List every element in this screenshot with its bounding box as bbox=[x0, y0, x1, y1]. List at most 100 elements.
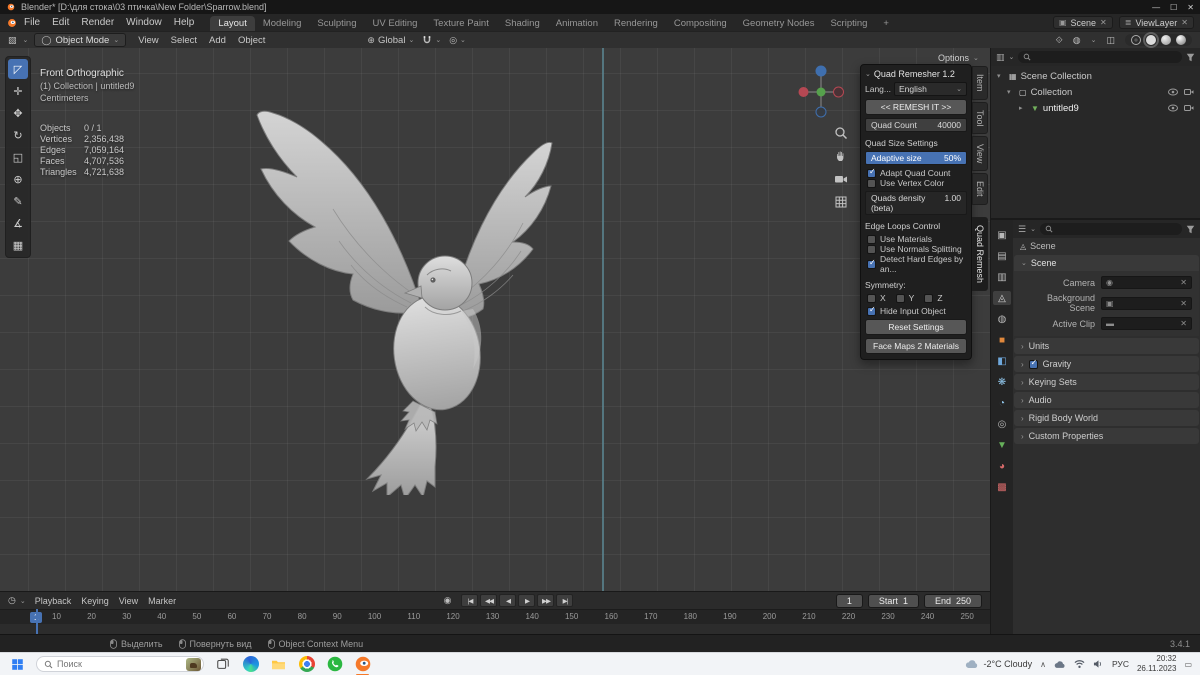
properties-tab[interactable]: ▣ bbox=[993, 228, 1011, 242]
snapping-toggle[interactable]: ⌄ bbox=[422, 35, 441, 45]
hide-viewport-eye-icon[interactable] bbox=[1168, 88, 1178, 96]
transport-button[interactable]: |◀ bbox=[461, 594, 479, 607]
transport-button[interactable]: ◀◀ bbox=[480, 594, 498, 607]
transport-button[interactable]: ◀ bbox=[499, 594, 517, 607]
start-button[interactable] bbox=[8, 655, 27, 674]
properties-tab[interactable]: ◕ bbox=[993, 459, 1011, 473]
edge-app-button[interactable] bbox=[241, 655, 260, 674]
axis-checkbox[interactable]: X bbox=[867, 293, 886, 303]
workspace-tab[interactable]: Layout bbox=[210, 16, 255, 31]
tool-button[interactable]: ◸ bbox=[8, 59, 28, 79]
properties-tab[interactable]: ◍ bbox=[993, 312, 1011, 326]
current-frame-field[interactable]: 1 bbox=[835, 593, 863, 608]
close-icon[interactable]: ✕ bbox=[1187, 3, 1194, 12]
filter-icon[interactable] bbox=[1186, 53, 1195, 62]
viewlayer-selector[interactable]: ≣ ViewLayer ✕ bbox=[1118, 16, 1194, 29]
gizmo-x-neg-axis[interactable] bbox=[833, 86, 844, 98]
quad-panel-title-row[interactable]: ⌄ Quad Remesher 1.2 bbox=[865, 69, 967, 79]
properties-tab[interactable]: ◔ bbox=[993, 396, 1011, 410]
timeline-channel-area[interactable] bbox=[0, 624, 990, 634]
navigation-gizmo[interactable] bbox=[798, 62, 844, 122]
tool-button[interactable]: ↻ bbox=[8, 125, 28, 145]
axis-checkbox[interactable]: Z bbox=[924, 293, 943, 303]
workspace-tab[interactable]: Animation bbox=[548, 16, 606, 31]
viewport-menu-item[interactable]: Select bbox=[165, 34, 203, 47]
hide-input-checkbox[interactable]: Hide Input Object bbox=[865, 305, 967, 316]
camera-view-icon[interactable] bbox=[834, 172, 848, 186]
panel-collapse-icon[interactable]: ⌄ bbox=[1021, 259, 1027, 267]
chrome-app-button[interactable] bbox=[297, 655, 316, 674]
section-expand-icon[interactable]: › bbox=[1021, 432, 1024, 441]
properties-tab[interactable]: ◬ bbox=[993, 291, 1011, 305]
menu-item[interactable]: File bbox=[18, 16, 46, 29]
disable-render-camera-icon[interactable] bbox=[1184, 88, 1194, 96]
workspace-tab[interactable]: Shading bbox=[497, 16, 548, 31]
timeline-editor-icon[interactable]: ◷ bbox=[8, 595, 16, 606]
adaptive-size-slider[interactable]: Adaptive size 50% bbox=[865, 151, 967, 165]
quad-panel-checkbox[interactable]: Use Vertex Color bbox=[865, 178, 967, 188]
face-maps-button[interactable]: Face Maps 2 Materials bbox=[865, 338, 967, 354]
tool-button[interactable]: ◱ bbox=[8, 147, 28, 167]
auto-keying-button[interactable]: ◉ bbox=[444, 595, 452, 606]
workspace-tab[interactable]: + bbox=[875, 16, 897, 31]
zoom-icon[interactable] bbox=[834, 126, 848, 140]
expander-icon[interactable]: ▸ bbox=[1019, 104, 1027, 112]
hide-viewport-eye-icon[interactable] bbox=[1168, 104, 1178, 112]
gizmo-z-axis[interactable] bbox=[815, 65, 827, 77]
sidebar-tab[interactable]: View bbox=[972, 136, 988, 172]
properties-tab[interactable]: ❋ bbox=[993, 375, 1011, 389]
language-indicator[interactable]: РУС bbox=[1112, 659, 1129, 669]
tray-expand-icon[interactable]: ∧ bbox=[1040, 660, 1046, 669]
checkbox-icon[interactable] bbox=[867, 293, 876, 303]
onedrive-tray-icon[interactable] bbox=[1054, 660, 1066, 669]
outliner-item-label[interactable]: Scene Collection bbox=[1021, 71, 1092, 82]
property-section-header[interactable]: › Rigid Body World bbox=[1014, 410, 1199, 426]
quad-panel-checkbox[interactable]: Use Normals Splitting bbox=[865, 244, 967, 254]
clock-widget[interactable]: 20:32 26.11.2023 bbox=[1137, 654, 1176, 673]
checkbox-icon[interactable] bbox=[867, 178, 876, 188]
maximize-icon[interactable]: ☐ bbox=[1170, 3, 1177, 12]
toggle-grid-icon[interactable] bbox=[834, 195, 848, 209]
tool-button[interactable]: ∡ bbox=[8, 213, 28, 233]
blender-app-button[interactable] bbox=[353, 655, 372, 675]
outliner-row-untitled9[interactable]: ▸ ▼ untitled9 bbox=[991, 100, 1200, 116]
filter-icon[interactable] bbox=[1186, 225, 1195, 234]
language-select[interactable]: English ⌄ bbox=[894, 82, 967, 96]
workspace-tab[interactable]: Scripting bbox=[822, 16, 875, 31]
checkbox-icon[interactable] bbox=[867, 234, 876, 244]
section-expand-icon[interactable]: › bbox=[1021, 342, 1024, 351]
sidebar-tab[interactable]: Edit bbox=[972, 173, 988, 205]
property-section-header[interactable]: › Units bbox=[1014, 338, 1199, 354]
checkbox-icon[interactable] bbox=[867, 305, 876, 316]
scene-selector[interactable]: ▣ Scene ✕ bbox=[1052, 16, 1113, 29]
timeline-menu-item[interactable]: Marker bbox=[143, 595, 181, 607]
notification-center-button[interactable]: ▭ bbox=[1184, 660, 1192, 669]
section-expand-icon[interactable]: › bbox=[1021, 396, 1024, 405]
transport-button[interactable]: ▶▶ bbox=[537, 594, 555, 607]
frame-end-field[interactable]: End 250 bbox=[923, 593, 982, 608]
viewport-menu-item[interactable]: View bbox=[132, 34, 164, 47]
bird-model[interactable] bbox=[215, 85, 560, 495]
transport-button[interactable]: ▶| bbox=[556, 594, 574, 607]
viewport-menu-item[interactable]: Object bbox=[232, 34, 271, 47]
checkbox-icon[interactable] bbox=[895, 293, 905, 303]
timeline-ruler[interactable]: 10 20 30 40 50 60 70 80 90 100 110 120 130 140 150 160 1… bbox=[0, 609, 990, 624]
outliner-item-label[interactable]: untitled9 bbox=[1043, 103, 1079, 114]
clear-field-icon[interactable]: ✕ bbox=[1180, 319, 1187, 328]
remesh-button[interactable]: << REMESH IT >> bbox=[865, 99, 967, 115]
section-expand-icon[interactable]: › bbox=[1021, 360, 1024, 369]
transport-button[interactable]: ▶ bbox=[518, 594, 536, 607]
volume-tray-icon[interactable] bbox=[1093, 659, 1104, 669]
network-tray-icon[interactable] bbox=[1074, 659, 1085, 669]
quad-count-field[interactable]: Quad Count 40000 bbox=[865, 118, 967, 132]
rendered-shading-button[interactable] bbox=[1176, 35, 1186, 45]
blender-logo-icon[interactable] bbox=[6, 17, 18, 29]
viewlayer-clear-icon[interactable]: ✕ bbox=[1181, 18, 1188, 27]
quad-panel-checkbox[interactable]: Adapt Quad Count bbox=[865, 167, 967, 178]
viewport-3d[interactable]: ◸ ✛ ✥ ↻ ◱ ⊕ ✎ ∡ ▦ Front Orthographic (1) Collect… bbox=[0, 48, 990, 591]
expander-icon[interactable]: ▾ bbox=[1007, 88, 1015, 96]
quads-density-field[interactable]: Quads density (beta) 1.00 bbox=[865, 191, 967, 215]
scene-panel-header[interactable]: ⌄ Scene bbox=[1014, 255, 1199, 271]
workspace-tab[interactable]: Texture Paint bbox=[425, 16, 496, 31]
property-section-header[interactable]: › Keying Sets bbox=[1014, 374, 1199, 390]
